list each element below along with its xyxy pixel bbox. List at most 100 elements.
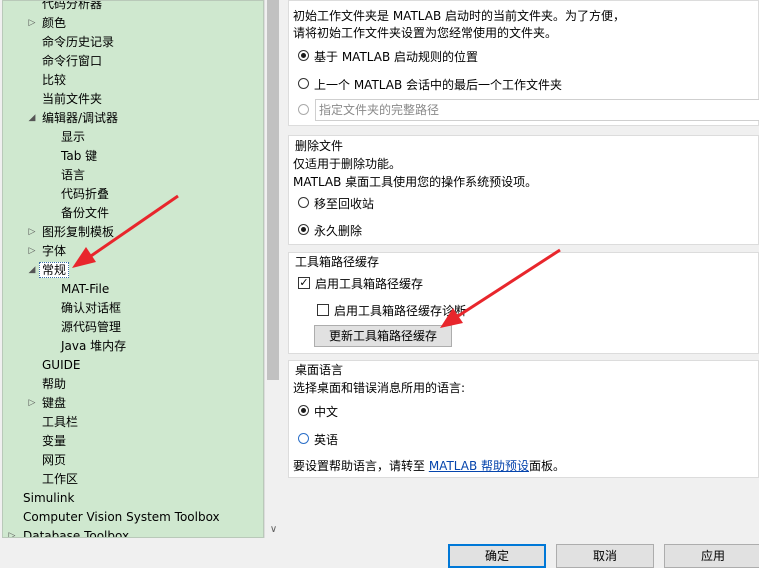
scrollbar-thumb[interactable] [267, 0, 279, 380]
radio-chinese-label[interactable]: 中文 [314, 403, 338, 420]
tree-item[interactable]: Simulink [23, 489, 74, 508]
radio-startup-rules-label[interactable]: 基于 MATLAB 启动规则的位置 [314, 48, 478, 65]
radio-chinese[interactable] [298, 405, 309, 416]
tree-item[interactable]: 图形复制模板 [42, 223, 114, 242]
general-preferences-panel: 初始工作文件夹是 MATLAB 启动时的当前文件夹。为了方便， 请将初始工作文件… [282, 0, 759, 478]
help-language-note: 要设置帮助语言，请转至 MATLAB 帮助预设面板。 [293, 457, 565, 474]
tree-item-label: 显示 [61, 130, 86, 144]
desktop-language-pane: 桌面语言 选择桌面和错误消息所用的语言: 中文 英语 要设置帮助语言，请转至 M… [288, 360, 759, 478]
tree-item[interactable]: 键盘 [42, 394, 66, 413]
tree-item-label: 工具栏 [42, 415, 79, 429]
tree-item[interactable]: 当前文件夹 [42, 90, 102, 109]
preferences-tree[interactable]: 代码分析器 ▷ 颜色命令历史记录 命令行窗口比较当前文件夹 ◢ 编辑器/调试器显示 Tab … [2, 0, 264, 538]
tree-item[interactable]: 网页 [42, 451, 66, 470]
radio-english[interactable] [298, 433, 309, 444]
tree-item[interactable]: 源代码管理 [61, 318, 121, 337]
tree-item[interactable]: MAT-File [61, 280, 109, 299]
checkbox-cache-diagnostics-label[interactable]: 启用工具箱路径缓存诊断 [334, 302, 466, 319]
tree-item-label: 变量 [42, 434, 67, 448]
tree-item[interactable]: 颜色 [42, 14, 66, 33]
collapsed-arrow-icon[interactable]: ▷ [27, 242, 37, 261]
tree-item[interactable]: 工具栏 [42, 413, 78, 432]
collapsed-arrow-icon[interactable]: ▷ [27, 14, 37, 33]
tree-scrollbar[interactable]: ∨ [264, 0, 281, 538]
radio-last-folder[interactable] [298, 78, 309, 89]
tree-item[interactable]: 编辑器/调试器 [42, 109, 118, 128]
toolbox-section-title: 工具箱路径缓存 [295, 255, 380, 269]
checkbox-cache-diagnostics[interactable] [317, 304, 329, 316]
tree-item[interactable]: 命令行窗口 [42, 52, 102, 71]
tree-item[interactable]: 字体 [42, 242, 66, 261]
tree-item-label: Tab 键 [61, 149, 98, 163]
tree-item[interactable]: 备份文件 [61, 204, 109, 223]
checkbox-enable-cache-label[interactable]: 启用工具箱路径缓存 [315, 275, 423, 292]
startup-desc-line2: 请将初始工作文件夹设置为您经常使用的文件夹。 [293, 26, 558, 40]
tree-item-label: Simulink [23, 491, 75, 505]
apply-button[interactable]: 应用 [664, 544, 759, 568]
tree-item-label: 当前文件夹 [42, 92, 103, 106]
tree-item-label: Computer Vision System Toolbox [23, 510, 220, 524]
tree-item-label: 帮助 [42, 377, 67, 391]
language-desc: 选择桌面和错误消息所用的语言: [293, 381, 466, 395]
radio-permanent-delete-label[interactable]: 永久删除 [314, 222, 362, 239]
radio-english-label[interactable]: 英语 [314, 431, 338, 448]
tree-item-label: 颜色 [42, 16, 67, 30]
radio-permanent-delete[interactable] [298, 224, 309, 235]
tree-item-label: 工作区 [42, 472, 79, 486]
tree-item-label: 常规 [39, 262, 70, 278]
tree-item[interactable]: 比较 [42, 71, 66, 90]
tree-item[interactable]: 代码分析器 [42, 1, 102, 14]
tree-item-label: GUIDE [42, 358, 81, 372]
tree-item-label: 源代码管理 [61, 320, 122, 334]
tree-item[interactable]: Java 堆内存 [61, 337, 126, 356]
tree-item-label: Java 堆内存 [61, 339, 127, 353]
tree-item-label: 命令历史记录 [42, 35, 115, 49]
tree-item[interactable]: Computer Vision System Toolbox [23, 508, 220, 527]
language-section-title: 桌面语言 [295, 363, 344, 377]
radio-recycle-bin-label[interactable]: 移至回收站 [314, 195, 374, 212]
tree-item[interactable]: GUIDE [42, 356, 80, 375]
radio-recycle-bin[interactable] [298, 197, 309, 208]
delete-files-pane: 删除文件 仅适用于删除功能。 MATLAB 桌面工具使用您的操作系统预设项。 移… [288, 135, 759, 245]
checkbox-enable-cache[interactable]: ✓ [298, 277, 310, 289]
tree-item-label: MAT-File [61, 282, 110, 296]
tree-item[interactable]: 显示 [61, 128, 85, 147]
delete-desc-line1: 仅适用于删除功能。 [293, 157, 402, 171]
collapsed-arrow-icon[interactable]: ▷ [27, 394, 37, 413]
tree-item[interactable]: Tab 键 [61, 147, 97, 166]
radio-startup-rules[interactable] [298, 50, 309, 61]
tree-item[interactable]: 代码折叠 [61, 185, 109, 204]
update-cache-button[interactable]: 更新工具箱路径缓存 [314, 325, 452, 347]
help-note-prefix: 要设置帮助语言，请转至 [293, 459, 429, 473]
tree-item-label: 网页 [42, 453, 67, 467]
tree-item-label: 确认对话框 [61, 301, 122, 315]
tree-item[interactable]: 语言 [61, 166, 85, 185]
ok-button[interactable]: 确定 [448, 544, 546, 568]
tree-item[interactable]: 变量 [42, 432, 66, 451]
collapsed-arrow-icon[interactable]: ▷ [7, 527, 17, 537]
tree-item-label: 编辑器/调试器 [42, 111, 119, 125]
folder-path-input[interactable]: 指定文件夹的完整路径 [315, 99, 759, 121]
tree-item[interactable]: 命令历史记录 [42, 33, 114, 52]
tree-item[interactable]: 帮助 [42, 375, 66, 394]
help-preferences-link[interactable]: MATLAB 帮助预设 [429, 459, 529, 473]
scroll-down-icon[interactable]: ∨ [265, 521, 282, 538]
expanded-arrow-icon[interactable]: ◢ [27, 109, 37, 128]
radio-last-folder-label[interactable]: 上一个 MATLAB 会话中的最后一个工作文件夹 [314, 76, 562, 93]
tree-item-label: 语言 [61, 168, 86, 182]
tree-item[interactable]: 确认对话框 [61, 299, 121, 318]
tree-item-label: 备份文件 [61, 206, 110, 220]
expanded-arrow-icon[interactable]: ◢ [27, 261, 37, 280]
radio-specify-path[interactable] [298, 104, 309, 115]
tree-item-label: Database Toolbox [23, 529, 130, 538]
tree-item-label: 命令行窗口 [42, 54, 103, 68]
cancel-button[interactable]: 取消 [556, 544, 654, 568]
tree-item-label: 字体 [42, 244, 67, 258]
tree-item[interactable]: Database Toolbox [23, 527, 130, 538]
tree-item[interactable]: 常规 [39, 261, 70, 280]
startup-folder-pane: 初始工作文件夹是 MATLAB 启动时的当前文件夹。为了方便， 请将初始工作文件… [288, 0, 759, 126]
delete-section-title: 删除文件 [295, 139, 344, 153]
collapsed-arrow-icon[interactable]: ▷ [27, 223, 37, 242]
tree-item[interactable]: 工作区 [42, 470, 78, 489]
tree-item-label: 图形复制模板 [42, 225, 115, 239]
